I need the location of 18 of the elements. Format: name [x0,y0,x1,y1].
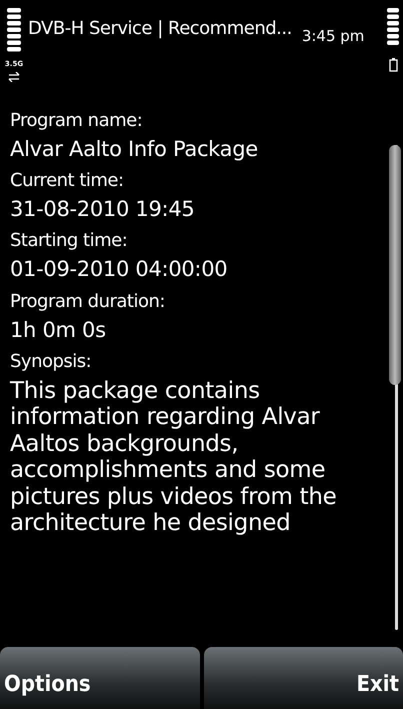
field-value: Alvar Aalto Info Package [10,137,259,162]
field-value: 1h 0m 0s [10,318,107,343]
softkey-button[interactable]: Options [0,647,200,709]
field-value: 31-08-2010 19:45 [10,197,196,222]
battery-icon [386,8,400,48]
clock: 3:45 pm [302,27,364,47]
window-title: DVB-H Service | Recommend... [28,18,292,41]
scrollbar-thumb[interactable] [389,145,401,385]
field-label: Program name: [10,110,144,131]
field-value: 01-09-2010 04:00:00 [10,257,228,283]
battery-outline-icon [388,58,398,72]
field-label: Current time: [10,170,125,192]
field-label: Program duration: [10,290,166,312]
field-label: Synopsis: [10,350,92,372]
field-label: Starting time: [10,230,128,252]
data-transfer-icon [8,72,20,82]
field-value: This package contains information regarding Alvar Aaltos backgrounds, accomplishments and some pictures plus videos from the architecture he designed [10,378,338,536]
softkey-button[interactable]: Exit [204,647,403,709]
